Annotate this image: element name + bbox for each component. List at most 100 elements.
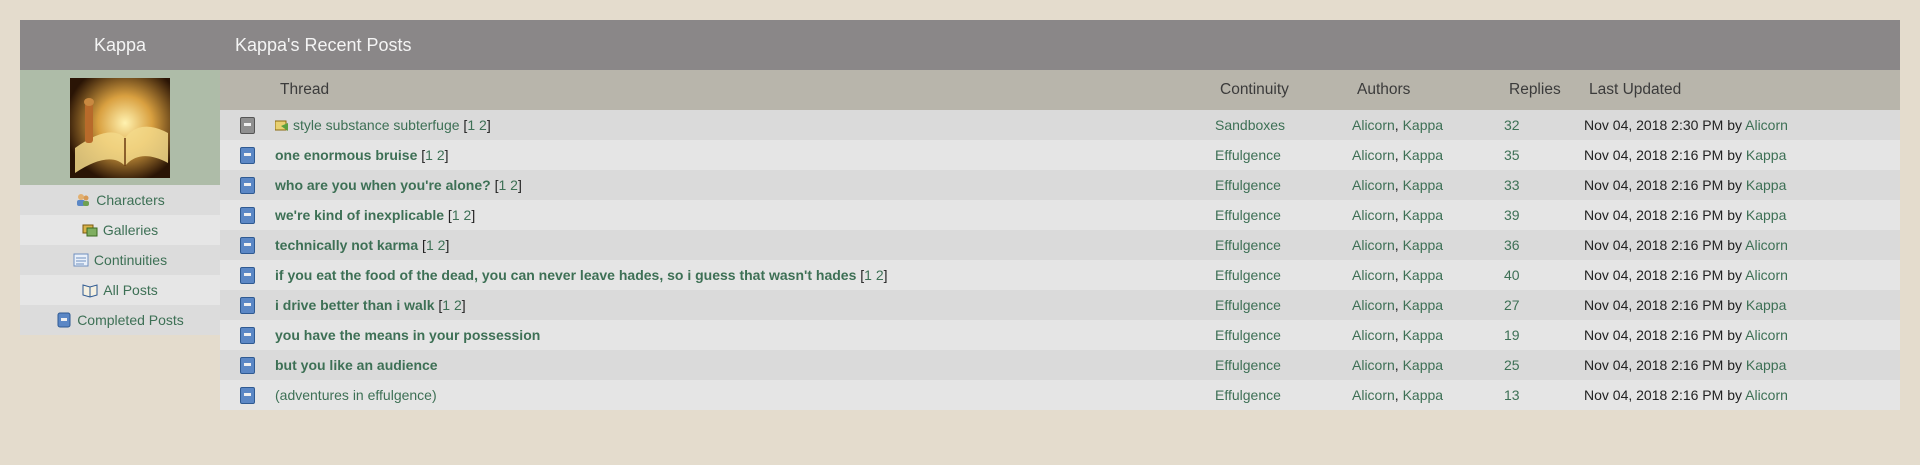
- column-header-replies[interactable]: Replies: [1504, 81, 1584, 99]
- page-link[interactable]: 2: [464, 207, 472, 223]
- last-author-link[interactable]: Kappa: [1746, 177, 1786, 193]
- replies-link[interactable]: 19: [1504, 327, 1520, 343]
- new-posts-icon[interactable]: [275, 119, 289, 132]
- continuity-cell: Sandboxes: [1215, 117, 1352, 133]
- sidebar-item-continuities[interactable]: Continuities: [20, 245, 220, 275]
- author-link[interactable]: Kappa: [1403, 387, 1443, 403]
- replies-link[interactable]: 36: [1504, 237, 1520, 253]
- page-link[interactable]: 2: [876, 267, 884, 283]
- author-link[interactable]: Alicorn: [1352, 117, 1395, 133]
- author-link[interactable]: Kappa: [1403, 267, 1443, 283]
- last-author-link[interactable]: Kappa: [1746, 357, 1786, 373]
- page-link[interactable]: 1: [425, 147, 433, 163]
- page-link[interactable]: 2: [479, 117, 487, 133]
- continuity-link[interactable]: Effulgence: [1215, 207, 1281, 223]
- replies-link[interactable]: 35: [1504, 147, 1520, 163]
- replies-link[interactable]: 32: [1504, 117, 1520, 133]
- author-link[interactable]: Alicorn: [1352, 267, 1395, 283]
- thread-title-link[interactable]: but you like an audience: [275, 357, 438, 373]
- book-icon[interactable]: [240, 176, 255, 194]
- thread-title-link[interactable]: one enormous bruise: [275, 147, 417, 163]
- last-author-link[interactable]: Kappa: [1746, 297, 1786, 313]
- author-link[interactable]: Alicorn: [1352, 387, 1395, 403]
- author-link[interactable]: Kappa: [1403, 357, 1443, 373]
- column-header-authors[interactable]: Authors: [1352, 81, 1504, 99]
- last-author-link[interactable]: Kappa: [1746, 147, 1786, 163]
- author-link[interactable]: Alicorn: [1352, 237, 1395, 253]
- author-link[interactable]: Kappa: [1403, 147, 1443, 163]
- author-link[interactable]: Alicorn: [1352, 177, 1395, 193]
- author-link[interactable]: Kappa: [1403, 117, 1443, 133]
- author-link[interactable]: Kappa: [1403, 237, 1443, 253]
- row-icon-cell: [220, 296, 275, 314]
- author-link[interactable]: Alicorn: [1352, 147, 1395, 163]
- page-link[interactable]: 1: [467, 117, 475, 133]
- continuity-link[interactable]: Effulgence: [1215, 357, 1281, 373]
- continuity-link[interactable]: Effulgence: [1215, 267, 1281, 283]
- replies-link[interactable]: 25: [1504, 357, 1520, 373]
- book-icon[interactable]: [240, 326, 255, 344]
- unread-book-icon[interactable]: [240, 116, 255, 134]
- continuity-link[interactable]: Effulgence: [1215, 387, 1281, 403]
- continuity-link[interactable]: Effulgence: [1215, 327, 1281, 343]
- replies-link[interactable]: 33: [1504, 177, 1520, 193]
- continuity-link[interactable]: Effulgence: [1215, 147, 1281, 163]
- author-link[interactable]: Kappa: [1403, 327, 1443, 343]
- last-author-link[interactable]: Alicorn: [1745, 267, 1788, 283]
- authors-cell: Alicorn, Kappa: [1352, 297, 1504, 313]
- page-link[interactable]: 1: [864, 267, 872, 283]
- sidebar-item-characters[interactable]: Characters: [20, 185, 220, 215]
- book-icon[interactable]: [240, 356, 255, 374]
- book-icon[interactable]: [240, 266, 255, 284]
- page-link[interactable]: 1: [426, 237, 434, 253]
- sidebar-item-completed-posts[interactable]: Completed Posts: [20, 305, 220, 335]
- replies-link[interactable]: 40: [1504, 267, 1520, 283]
- continuity-link[interactable]: Effulgence: [1215, 237, 1281, 253]
- sidebar-item-galleries[interactable]: Galleries: [20, 215, 220, 245]
- book-icon[interactable]: [240, 206, 255, 224]
- column-header-continuity[interactable]: Continuity: [1215, 81, 1352, 99]
- sidebar-item-all-posts[interactable]: All Posts: [20, 275, 220, 305]
- author-link[interactable]: Alicorn: [1352, 207, 1395, 223]
- thread-title-link[interactable]: who are you when you're alone?: [275, 177, 491, 193]
- page-link[interactable]: 1: [442, 297, 450, 313]
- thread-title-link[interactable]: you have the means in your possession: [275, 327, 540, 343]
- page-link[interactable]: 2: [438, 237, 446, 253]
- column-header-last-updated[interactable]: Last Updated: [1584, 81, 1900, 99]
- last-author-link[interactable]: Alicorn: [1745, 387, 1788, 403]
- author-link[interactable]: Kappa: [1403, 207, 1443, 223]
- thread-title-link[interactable]: technically not karma: [275, 237, 418, 253]
- book-icon[interactable]: [240, 296, 255, 314]
- book-icon[interactable]: [240, 236, 255, 254]
- thread-title-link[interactable]: style substance subterfuge: [293, 117, 460, 133]
- page-link[interactable]: 2: [510, 177, 518, 193]
- last-author-link[interactable]: Alicorn: [1745, 237, 1788, 253]
- thread-title-link[interactable]: if you eat the food of the dead, you can…: [275, 267, 856, 283]
- last-author-link[interactable]: Alicorn: [1745, 117, 1788, 133]
- author-link[interactable]: Alicorn: [1352, 357, 1395, 373]
- author-link[interactable]: Kappa: [1403, 177, 1443, 193]
- row-icon-cell: [220, 356, 275, 374]
- book-icon[interactable]: [240, 386, 255, 404]
- thread-title-link[interactable]: we're kind of inexplicable: [275, 207, 444, 223]
- thread-title-link[interactable]: (adventures in effulgence): [275, 387, 437, 403]
- replies-link[interactable]: 39: [1504, 207, 1520, 223]
- page-link[interactable]: 1: [452, 207, 460, 223]
- author-link[interactable]: Alicorn: [1352, 327, 1395, 343]
- last-author-link[interactable]: Kappa: [1746, 207, 1786, 223]
- continuity-link[interactable]: Sandboxes: [1215, 117, 1285, 133]
- book-icon[interactable]: [240, 146, 255, 164]
- replies-link[interactable]: 13: [1504, 387, 1520, 403]
- avatar[interactable]: [70, 77, 170, 178]
- page-link[interactable]: 2: [437, 147, 445, 163]
- page-link[interactable]: 2: [454, 297, 462, 313]
- continuity-link[interactable]: Effulgence: [1215, 297, 1281, 313]
- author-link[interactable]: Alicorn: [1352, 297, 1395, 313]
- author-link[interactable]: Kappa: [1403, 297, 1443, 313]
- replies-link[interactable]: 27: [1504, 297, 1520, 313]
- page-link[interactable]: 1: [498, 177, 506, 193]
- continuity-link[interactable]: Effulgence: [1215, 177, 1281, 193]
- thread-title-link[interactable]: i drive better than i walk: [275, 297, 435, 313]
- last-author-link[interactable]: Alicorn: [1745, 327, 1788, 343]
- column-header-thread[interactable]: Thread: [275, 81, 1215, 99]
